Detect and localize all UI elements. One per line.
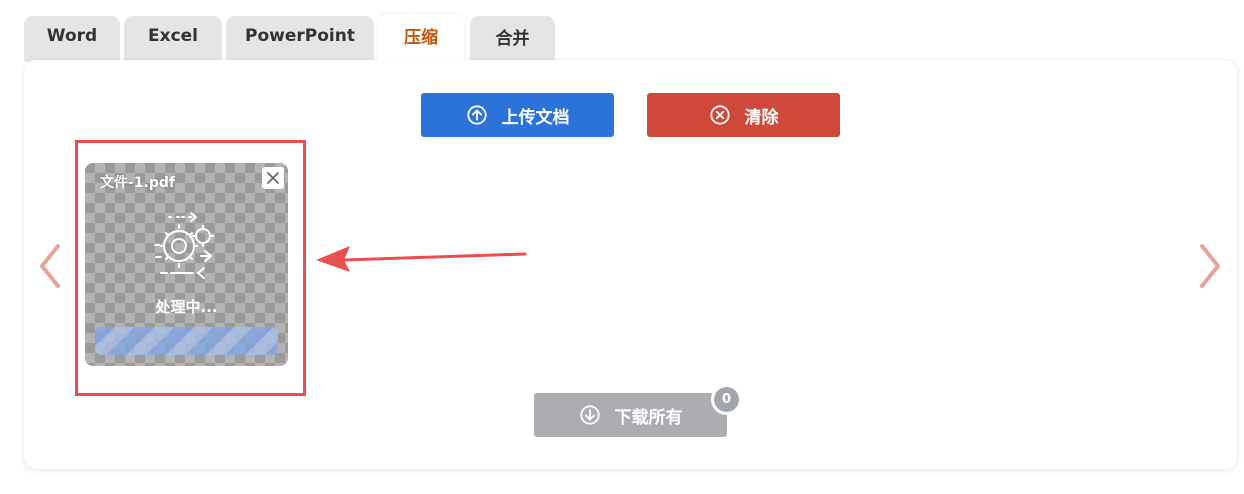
download-count-badge: 0 <box>711 384 742 415</box>
chevron-right-icon[interactable] <box>1196 242 1224 290</box>
close-icon <box>267 172 279 184</box>
tab-label: Word <box>46 26 98 46</box>
tab-compress[interactable]: 压缩 <box>378 14 464 62</box>
upload-button[interactable]: 上传文档 <box>421 93 614 137</box>
x-circle-icon <box>709 105 730 125</box>
gears-icon <box>154 212 214 279</box>
tab-word[interactable]: Word <box>24 16 120 62</box>
tab-merge[interactable]: 合并 <box>470 16 555 62</box>
tab-label: 合并 <box>495 28 530 49</box>
tab-excel[interactable]: Excel <box>124 16 222 62</box>
remove-file-button[interactable] <box>262 167 284 189</box>
upload-label: 上传文档 <box>501 107 570 128</box>
annotation-arrow <box>316 246 527 272</box>
arrow-up-circle-icon <box>466 105 487 125</box>
progress-bar <box>95 327 278 355</box>
tab-powerpoint[interactable]: PowerPoint <box>226 16 374 62</box>
processing-status: 处理中... <box>155 298 218 316</box>
chevron-left-icon[interactable] <box>36 242 64 290</box>
tab-label: 压缩 <box>404 27 438 48</box>
file-name: 文件-1.pdf <box>100 175 176 191</box>
download-label: 下载所有 <box>614 407 683 428</box>
clear-label: 清除 <box>744 107 779 128</box>
download-all-button[interactable]: 下载所有 <box>534 393 727 437</box>
arrow-down-circle-icon <box>579 405 600 425</box>
tab-label: Excel <box>147 26 198 46</box>
clear-button[interactable]: 清除 <box>647 93 840 137</box>
tab-label: PowerPoint <box>245 26 355 46</box>
file-card[interactable]: 文件-1.pdf 处理中... <box>85 163 288 366</box>
